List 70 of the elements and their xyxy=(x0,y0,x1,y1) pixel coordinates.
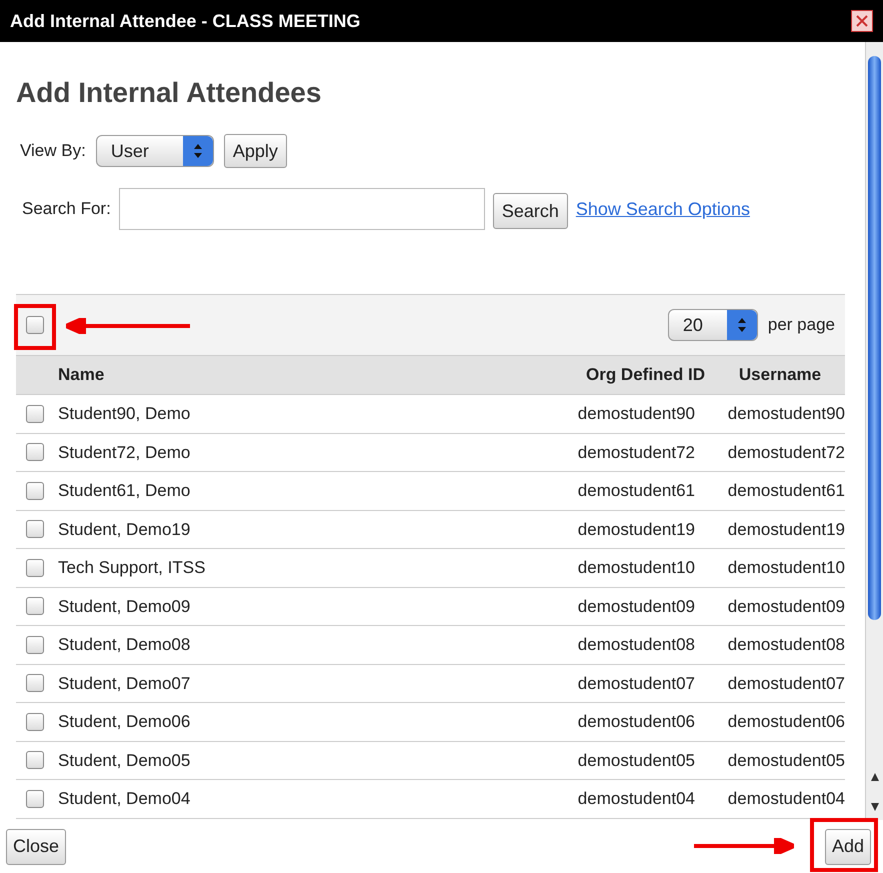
table-cell-text: demostudent72 xyxy=(726,442,845,464)
table-cell-text: demostudent07 xyxy=(576,672,695,694)
table-cell-text: demostudent90 xyxy=(726,403,845,425)
per-page-select[interactable]: 20 xyxy=(668,309,758,341)
search-button[interactable]: Search xyxy=(492,193,568,229)
window-title: Add Internal Attendee - CLASS MEETING xyxy=(10,10,360,32)
row-checkbox[interactable] xyxy=(26,636,44,654)
table-cell-text: demostudent72 xyxy=(576,442,695,464)
scrollbar[interactable] xyxy=(865,42,883,820)
table-cell-text: demostudent04 xyxy=(576,788,695,810)
table-cell-text: demostudent05 xyxy=(576,750,695,772)
show-search-options-link[interactable]: Show Search Options xyxy=(576,196,750,222)
table-cell-text: demostudent90 xyxy=(576,403,695,425)
table-cell-text: Student, Demo09 xyxy=(58,596,192,618)
close-icon[interactable] xyxy=(851,10,873,32)
row-checkbox[interactable] xyxy=(26,404,44,423)
table-cell-text: demostudent09 xyxy=(726,596,845,618)
table-cell-text: demostudent07 xyxy=(726,672,845,694)
row-checkbox[interactable] xyxy=(26,558,44,577)
scroll-down-icon[interactable] xyxy=(870,802,880,812)
table-cell-text: demostudent04 xyxy=(726,788,845,810)
apply-button[interactable]: Apply xyxy=(224,134,287,168)
per-page-label: per page xyxy=(768,314,835,336)
close-button[interactable]: Close xyxy=(6,828,66,864)
table-cell-text: demostudent06 xyxy=(726,711,845,733)
row-checkbox[interactable] xyxy=(26,597,44,616)
row-checkbox[interactable] xyxy=(26,482,44,500)
table-cell-text: demostudent08 xyxy=(576,634,695,656)
table-cell-text: demostudent19 xyxy=(726,518,845,540)
field-label: View By: xyxy=(20,140,86,162)
table-cell-text: demostudent10 xyxy=(576,557,695,579)
table-cell-text: Tech Support, ITSS xyxy=(58,557,206,579)
table-cell-text: Student, Demo04 xyxy=(58,788,192,810)
table-cell-text: Student, Demo19 xyxy=(58,518,192,540)
table-cell-text: demostudent05 xyxy=(726,750,845,772)
table-cell-text: demostudent09 xyxy=(576,596,695,618)
row-checkbox[interactable] xyxy=(26,520,44,538)
row-checkbox[interactable] xyxy=(26,751,44,770)
table-cell-text: demostudent10 xyxy=(726,557,845,579)
column-header: Username xyxy=(738,364,822,386)
table-cell-text: Student, Demo05 xyxy=(58,750,192,772)
field-label: Search For: xyxy=(22,198,111,220)
scrollbar-thumb[interactable] xyxy=(868,56,881,620)
table-cell-text: demostudent08 xyxy=(726,634,845,656)
scroll-up-icon[interactable] xyxy=(870,772,880,782)
table-cell-text: demostudent61 xyxy=(576,480,695,502)
column-header: Name xyxy=(58,364,106,386)
row-checkbox[interactable] xyxy=(26,443,44,462)
row-checkbox[interactable] xyxy=(26,790,44,808)
page-heading: Add Internal Attendees xyxy=(16,76,322,110)
table-cell-text: Student, Demo07 xyxy=(58,672,192,694)
view-by-select[interactable]: User xyxy=(96,135,214,167)
add-button[interactable]: Add xyxy=(824,828,871,864)
table-cell-text: demostudent19 xyxy=(576,518,695,540)
table-cell-text: Student72, Demo xyxy=(58,442,192,464)
highlight-box xyxy=(14,304,56,350)
row-checkbox[interactable] xyxy=(26,674,44,692)
row-checkbox[interactable] xyxy=(26,712,44,731)
select-all-checkbox[interactable] xyxy=(26,316,44,334)
search-field[interactable] xyxy=(118,188,485,230)
table-cell-text: Student90, Demo xyxy=(58,403,192,425)
highlight-box xyxy=(810,818,878,872)
table-cell-text: Student61, Demo xyxy=(58,480,192,502)
stepper-icon xyxy=(182,136,213,166)
table-cell-text: demostudent06 xyxy=(576,711,695,733)
stepper-icon xyxy=(726,310,757,340)
table-cell-text: Student, Demo08 xyxy=(58,634,192,656)
table-cell-text: Student, Demo06 xyxy=(58,711,192,733)
column-header: Org Defined ID xyxy=(584,364,705,386)
table-cell-text: demostudent61 xyxy=(726,480,845,502)
